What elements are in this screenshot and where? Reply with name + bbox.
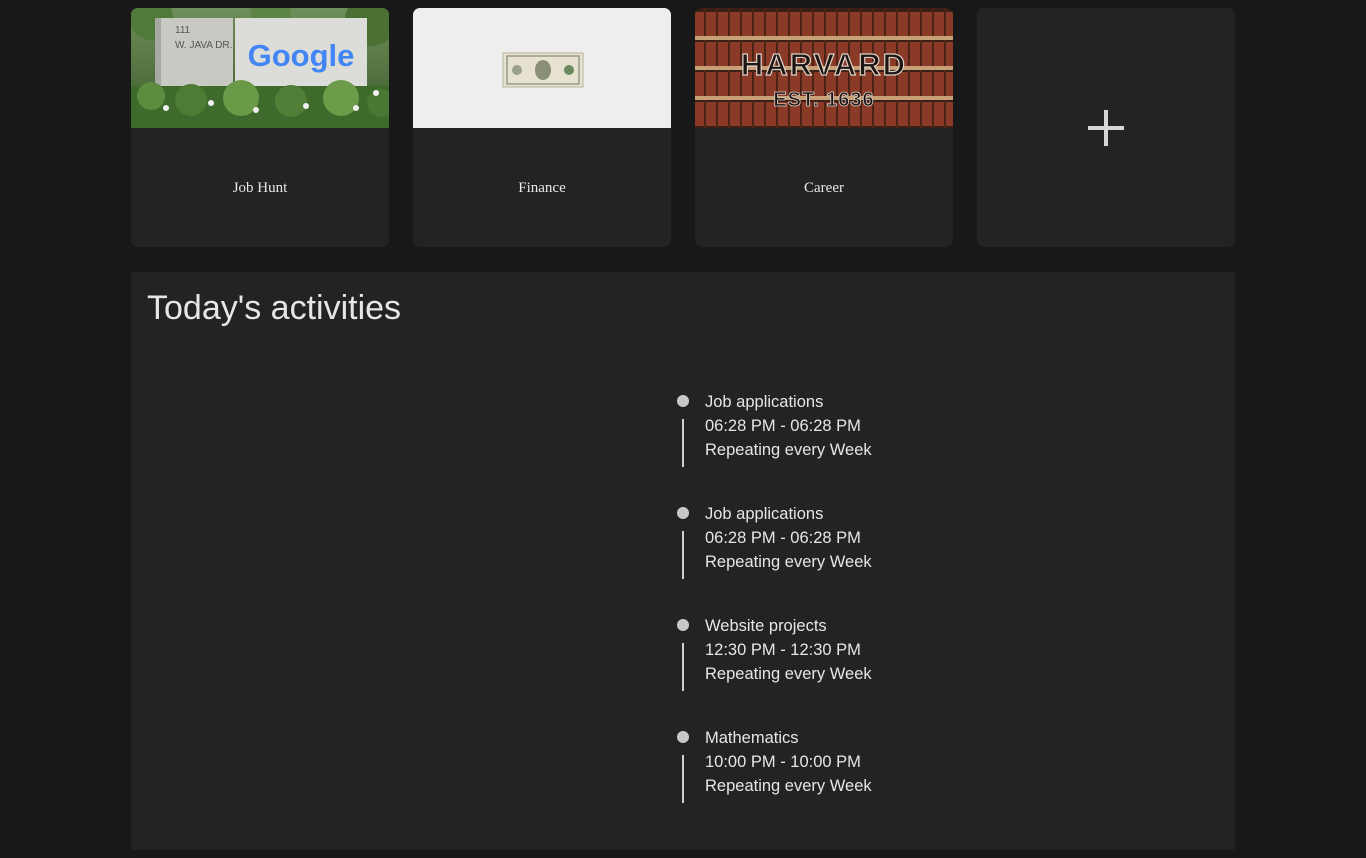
- card-label: Career: [804, 180, 844, 196]
- timeline-connector: [682, 531, 684, 579]
- activities-timeline: Job applications 06:28 PM - 06:28 PM Rep…: [677, 390, 977, 838]
- dashboard-page: 111 W. JAVA DR. Google Job Hunt Finance …: [0, 0, 1366, 858]
- activity-item[interactable]: Mathematics 10:00 PM - 10:00 PM Repeatin…: [677, 726, 977, 838]
- card-finance[interactable]: Finance: [413, 8, 671, 247]
- activity-name: Website projects: [705, 617, 827, 635]
- sign-number: 111: [175, 25, 191, 36]
- timeline-connector: [682, 643, 684, 691]
- activity-name: Mathematics: [705, 729, 799, 747]
- timeline-dot-icon: [677, 507, 689, 519]
- timeline-dot-icon: [677, 731, 689, 743]
- activity-repeat: Repeating every Week: [705, 553, 872, 571]
- activity-repeat: Repeating every Week: [705, 777, 872, 795]
- dollar-bill-image: [413, 8, 671, 128]
- activities-title: Today's activities: [147, 289, 402, 327]
- activity-name: Job applications: [705, 505, 824, 523]
- activity-time: 10:00 PM - 10:00 PM: [705, 753, 861, 771]
- card-job-hunt[interactable]: 111 W. JAVA DR. Google Job Hunt: [131, 8, 389, 247]
- todays-activities-panel: Today's activities Job applications 06:2…: [131, 272, 1235, 850]
- card-label: Finance: [518, 180, 566, 196]
- activity-item[interactable]: Job applications 06:28 PM - 06:28 PM Rep…: [677, 390, 977, 502]
- category-cards: 111 W. JAVA DR. Google Job Hunt Finance …: [131, 8, 1235, 247]
- activity-item[interactable]: Job applications 06:28 PM - 06:28 PM Rep…: [677, 502, 977, 614]
- harvard-bookshelf-image: HARVARD EST. 1636: [695, 8, 953, 128]
- timeline-connector: [682, 419, 684, 467]
- card-career[interactable]: HARVARD EST. 1636 Career: [695, 8, 953, 247]
- google-logo-text: Google: [248, 38, 355, 73]
- card-label: Job Hunt: [232, 180, 288, 196]
- activity-repeat: Repeating every Week: [705, 665, 872, 683]
- add-card-button[interactable]: [977, 8, 1235, 247]
- plus-icon: [1088, 110, 1124, 146]
- timeline-dot-icon: [677, 619, 689, 631]
- activity-repeat: Repeating every Week: [705, 441, 872, 459]
- harvard-sign-title: HARVARD: [741, 47, 907, 82]
- activity-time: 12:30 PM - 12:30 PM: [705, 641, 861, 659]
- harvard-sign-est: EST. 1636: [773, 89, 874, 111]
- google-campus-sign-image: 111 W. JAVA DR. Google: [131, 8, 389, 128]
- activity-time: 06:28 PM - 06:28 PM: [705, 529, 861, 547]
- activity-time: 06:28 PM - 06:28 PM: [705, 417, 861, 435]
- sign-street: W. JAVA DR.: [175, 40, 232, 51]
- timeline-dot-icon: [677, 395, 689, 407]
- activity-item[interactable]: Website projects 12:30 PM - 12:30 PM Rep…: [677, 614, 977, 726]
- activity-name: Job applications: [705, 393, 824, 411]
- timeline-connector: [682, 755, 684, 803]
